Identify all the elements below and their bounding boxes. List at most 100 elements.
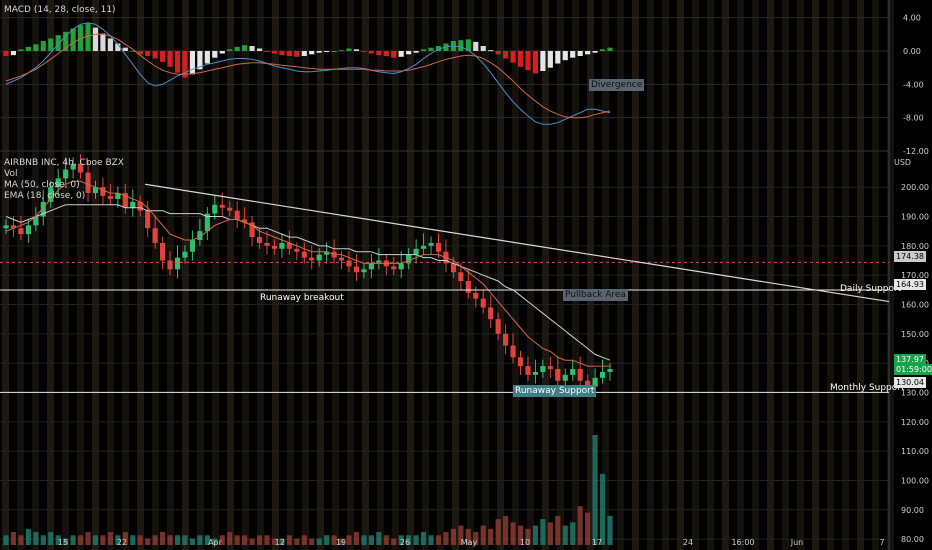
macd-histogram-bar (368, 51, 374, 54)
macd-histogram-bar (122, 47, 128, 51)
volume-bar (301, 535, 307, 545)
x-tick-label: 24 (683, 538, 693, 547)
divergence-annotation: Divergence (589, 79, 645, 91)
macd-histogram-bar (33, 44, 39, 51)
macd-histogram-bar (18, 49, 24, 51)
macd-histogram-bar (227, 49, 233, 51)
macd-histogram-bar (421, 49, 427, 51)
candle-body (152, 228, 158, 243)
candle-body (264, 242, 270, 246)
macd-histogram-bar (256, 48, 263, 51)
macd-histogram-bar (480, 46, 486, 51)
candle-body (547, 366, 553, 370)
candle-body (219, 204, 225, 208)
x-tick-label: 22 (117, 538, 127, 547)
macd-histogram-bar (570, 51, 576, 58)
macd-histogram-bar (10, 51, 17, 56)
volume-bar (547, 522, 553, 545)
volume-bar (577, 506, 583, 545)
candle-body (160, 242, 166, 261)
price-tick-label: 190.00 (901, 213, 929, 222)
candle-body (480, 298, 486, 308)
macd-histogram-bar (264, 51, 270, 52)
macd-histogram-bar (413, 51, 419, 53)
macd-histogram-bar (249, 46, 255, 51)
macd-histogram-bar (55, 35, 61, 51)
candle-body (279, 242, 285, 249)
candle-body (540, 366, 546, 372)
macd-histogram-bar (316, 51, 322, 53)
volume-bar (197, 535, 203, 545)
volume-bar (510, 522, 516, 545)
macd-histogram-bar (562, 51, 568, 61)
macd-histogram-bar (338, 50, 345, 52)
price-legend: AIRBNB INC, 4h, Cboe BZX Vol MA (50, clo… (4, 158, 124, 202)
candle-body (413, 248, 419, 255)
volume-bar (421, 532, 427, 545)
candle-body (353, 266, 360, 273)
volume-bar (152, 535, 158, 545)
volume-bar (607, 515, 613, 545)
macd-histogram-bar (85, 23, 91, 51)
macd-histogram-bar (92, 27, 99, 51)
volume-bar (599, 473, 606, 545)
macd-histogram-bar (212, 51, 218, 58)
macd-histogram-bar (174, 51, 181, 73)
candle-body (130, 201, 136, 208)
volume-bar (3, 535, 9, 545)
macd-histogram-bar (510, 51, 516, 63)
candle-body (368, 263, 374, 270)
volume-bar (480, 525, 486, 545)
candle-body (338, 257, 345, 261)
price-tick-label: 110.00 (901, 447, 929, 456)
macd-histogram-bar (406, 51, 412, 55)
volume-bar (182, 535, 188, 545)
volume-bar (294, 538, 300, 545)
candle-body (421, 245, 427, 249)
candle-body (271, 245, 278, 249)
volume-bar (391, 538, 397, 545)
macd-histogram-bar (331, 51, 337, 52)
macd-histogram-bar (353, 49, 360, 51)
volume-bar (316, 538, 322, 545)
candle-body (450, 263, 456, 273)
macd-histogram-bar (70, 28, 76, 51)
volume-bar (40, 535, 46, 545)
candle-body (18, 228, 24, 235)
macd-histogram-bar (152, 51, 158, 59)
volume-bar (443, 532, 449, 545)
monthly-support-price-badge: 130.04 (894, 377, 926, 388)
macd-histogram-bar (167, 51, 173, 67)
volume-bar (264, 535, 270, 545)
volume-bar (435, 535, 442, 545)
candle-body (465, 281, 471, 293)
volume-bar (174, 535, 181, 545)
x-tick-label: May (461, 538, 478, 547)
x-tick-label: 26 (400, 538, 410, 547)
volume-bar (70, 535, 76, 545)
volume-bar (107, 532, 113, 545)
pullback-area-annotation: Pullback Area (563, 289, 628, 301)
x-tick-label: 19 (336, 538, 346, 547)
price-tick-label: 200.00 (901, 183, 929, 192)
candle-body (212, 204, 218, 214)
macd-histogram-bar (48, 38, 54, 51)
macd-histogram-bar (555, 51, 561, 64)
macd-histogram-bar (547, 51, 553, 68)
volume-bar (585, 512, 591, 545)
x-tick-label: 17 (592, 538, 602, 547)
macd-histogram-bar (503, 51, 509, 59)
volume-bar (592, 435, 598, 545)
macd-histogram-bar (3, 51, 9, 56)
macd-histogram-bar (145, 51, 151, 56)
macd-histogram-bar (361, 51, 367, 52)
macd-histogram-bar (271, 51, 278, 54)
x-tick-label: 16:00 (731, 538, 754, 547)
macd-histogram-bar (383, 51, 389, 56)
price-tick-label: 100.00 (901, 476, 929, 485)
candle-body (458, 272, 464, 282)
volume-bar (234, 535, 240, 545)
volume-bar (383, 535, 389, 545)
candle-body (234, 210, 240, 220)
macd-histogram-bar (577, 51, 583, 56)
